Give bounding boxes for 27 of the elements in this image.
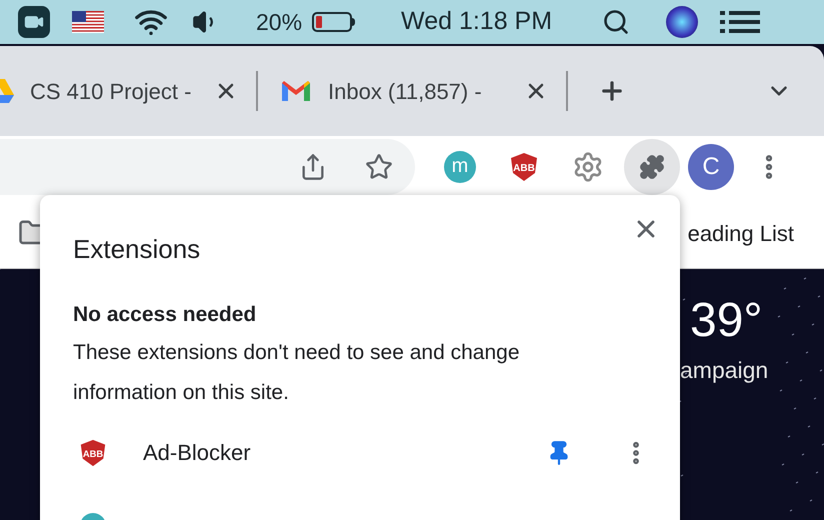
- section-title: No access needed: [73, 302, 258, 328]
- flag-icon[interactable]: [72, 11, 104, 33]
- extension-name: Ad-Blocker: [143, 439, 251, 467]
- list-icon[interactable]: [720, 10, 760, 34]
- battery-percent: 20%: [256, 8, 302, 37]
- shield-icon: ABB: [78, 438, 108, 468]
- clock[interactable]: Wed 1:18 PM: [401, 3, 552, 41]
- location: ampaign: [680, 356, 768, 385]
- tab-title: CS 410 Project -: [30, 78, 192, 106]
- reading-list-link[interactable]: eading List: [688, 216, 794, 250]
- browser-tab[interactable]: Inbox (11,857) -: [258, 61, 566, 121]
- battery-icon[interactable]: [312, 12, 356, 32]
- gear-icon[interactable]: [572, 151, 604, 183]
- puzzle-icon[interactable]: [639, 154, 665, 180]
- assistant-icon[interactable]: [666, 6, 698, 38]
- star-icon[interactable]: [365, 153, 393, 181]
- video-icon[interactable]: [18, 6, 50, 38]
- popup-title: Extensions: [73, 233, 200, 266]
- section-description: These extensions don't need to see and change information on this site.: [73, 340, 521, 406]
- mail-icon: [280, 79, 312, 103]
- tab-title: Inbox (11,857) -: [328, 78, 482, 106]
- search-icon[interactable]: [602, 8, 630, 36]
- shield-icon: ABB: [508, 151, 540, 183]
- profile-avatar[interactable]: C: [688, 144, 734, 190]
- extension-row[interactable]: ABB Ad-Blocker: [40, 422, 680, 482]
- temperature: 39°: [690, 297, 764, 345]
- browser-tab[interactable]: CS 410 Project -: [0, 61, 256, 121]
